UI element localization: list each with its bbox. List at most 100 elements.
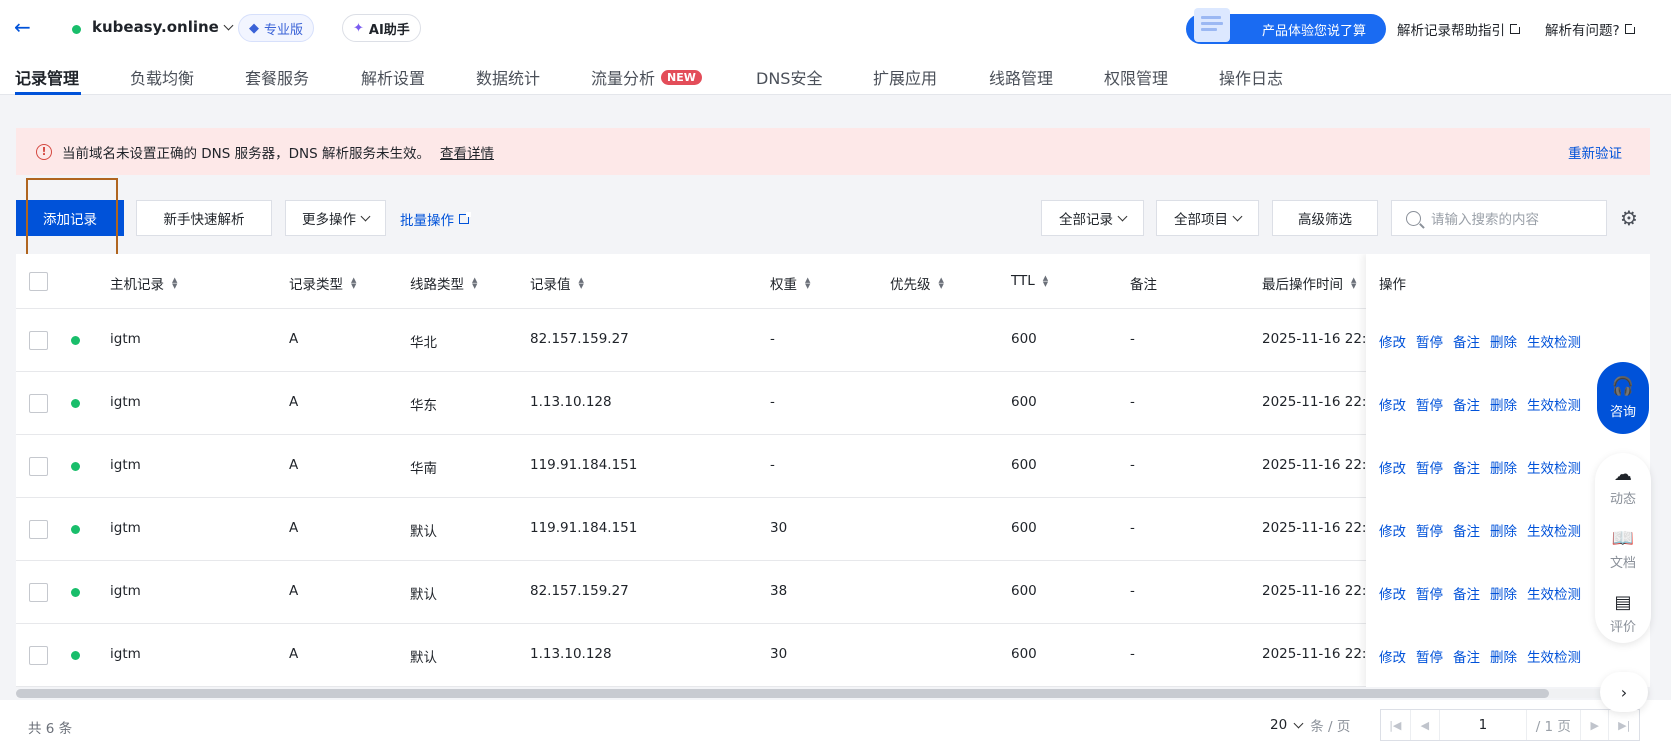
tab-operation-log[interactable]: 操作日志	[1219, 65, 1283, 89]
edit-link[interactable]: 修改	[1379, 583, 1406, 603]
remark-link[interactable]: 备注	[1453, 331, 1480, 351]
news-button[interactable]: ☁ 动态	[1595, 465, 1651, 508]
remark-link[interactable]: 备注	[1453, 646, 1480, 666]
help-guide-link[interactable]: 解析记录帮助指引	[1397, 19, 1522, 39]
all-records-dropdown[interactable]: 全部记录	[1041, 200, 1144, 236]
pause-link[interactable]: 暂停	[1416, 520, 1443, 540]
line-cell: 华南	[410, 461, 437, 477]
header-label: 权重	[770, 277, 797, 293]
dns-warning-alert: ! 当前域名未设置正确的 DNS 服务器，DNS 解析服务未生效。 查看详情 重…	[16, 128, 1650, 175]
tab-data-statistics[interactable]: 数据统计	[476, 65, 540, 89]
domain-selector[interactable]: kubeasy.online	[92, 18, 234, 36]
sort-icon: ▲ ▼	[578, 276, 584, 290]
delete-link[interactable]: 删除	[1490, 457, 1517, 477]
chevron-right-icon[interactable]: ›	[1600, 672, 1648, 712]
header-label: 优先级	[890, 277, 931, 293]
batch-operations-link[interactable]: 批量操作	[400, 209, 471, 229]
tab-extensions[interactable]: 扩展应用	[873, 65, 937, 89]
quick-resolve-button[interactable]: 新手快速解析	[136, 200, 272, 236]
search-input[interactable]: 请输入搜索的内容	[1391, 200, 1607, 236]
column-header-host[interactable]: 主机记录 ▲ ▼	[110, 273, 177, 294]
edit-link[interactable]: 修改	[1379, 520, 1406, 540]
effect-check-link[interactable]: 生效检测	[1527, 583, 1581, 603]
pro-edition-badge[interactable]: ◆ 专业版	[238, 14, 315, 42]
edit-link[interactable]: 修改	[1379, 394, 1406, 414]
advanced-filter-button[interactable]: 高级筛选	[1272, 200, 1378, 236]
feedback-promo-button[interactable]: 产品体验您说了算	[1186, 8, 1386, 44]
ai-assistant-button[interactable]: ✦ AI助手	[342, 14, 421, 42]
pause-link[interactable]: 暂停	[1416, 457, 1443, 477]
gear-icon[interactable]: ⚙	[1620, 207, 1642, 229]
header-label: 最后操作时间	[1262, 277, 1343, 293]
remark-link[interactable]: 备注	[1453, 520, 1480, 540]
column-header-value[interactable]: 记录值 ▲ ▼	[530, 273, 584, 294]
column-header-last-op-time[interactable]: 最后操作时间 ▲ ▼	[1262, 273, 1356, 294]
view-details-link[interactable]: 查看详情	[440, 142, 494, 162]
column-header-weight[interactable]: 权重 ▲ ▼	[770, 273, 810, 294]
host-cell: igtm	[110, 457, 141, 473]
reverify-link[interactable]: 重新验证	[1568, 142, 1622, 162]
pause-link[interactable]: 暂停	[1416, 331, 1443, 351]
remark-link[interactable]: 备注	[1453, 394, 1480, 414]
last-page-icon[interactable]: ▶|	[1609, 710, 1639, 740]
row-checkbox[interactable]	[29, 583, 48, 602]
page-size-selector[interactable]: 20 条 / 页	[1270, 715, 1350, 735]
more-operations-dropdown[interactable]: 更多操作	[285, 200, 386, 236]
row-checkbox[interactable]	[29, 394, 48, 413]
resolve-problem-link[interactable]: 解析有问题?	[1545, 19, 1637, 39]
page-number-input[interactable]: 1	[1440, 710, 1527, 740]
row-checkbox[interactable]	[29, 646, 48, 665]
remark-link[interactable]: 备注	[1453, 583, 1480, 603]
delete-link[interactable]: 删除	[1490, 583, 1517, 603]
scrollbar-thumb[interactable]	[16, 689, 1549, 698]
tab-record-management[interactable]: 记录管理	[15, 65, 79, 89]
row-checkbox[interactable]	[29, 520, 48, 539]
column-header-ttl[interactable]: TTL ▲ ▼	[1011, 273, 1048, 289]
effect-check-link[interactable]: 生效检测	[1527, 457, 1581, 477]
type-cell: A	[289, 583, 299, 599]
tab-load-balancing[interactable]: 负载均衡	[130, 65, 194, 89]
column-header-priority[interactable]: 优先级 ▲ ▼	[890, 273, 944, 294]
column-header-type[interactable]: 记录类型 ▲ ▼	[289, 273, 357, 294]
column-header-line[interactable]: 线路类型 ▲ ▼	[410, 273, 477, 294]
horizontal-scrollbar[interactable]	[16, 689, 1650, 698]
tab-permission-management[interactable]: 权限管理	[1104, 65, 1168, 89]
tab-resolve-settings[interactable]: 解析设置	[361, 65, 425, 89]
effect-check-link[interactable]: 生效检测	[1527, 520, 1581, 540]
effect-check-link[interactable]: 生效检测	[1527, 331, 1581, 351]
next-page-icon[interactable]: ▶	[1579, 710, 1610, 740]
delete-link[interactable]: 删除	[1490, 331, 1517, 351]
delete-link[interactable]: 删除	[1490, 646, 1517, 666]
tab-label: 套餐服务	[245, 69, 310, 88]
row-checkbox[interactable]	[29, 457, 48, 476]
weight-cell: 30	[770, 520, 788, 536]
review-button[interactable]: ▤ 评价	[1595, 593, 1651, 636]
select-all-checkbox[interactable]	[29, 272, 48, 291]
pause-link[interactable]: 暂停	[1416, 394, 1443, 414]
docs-button[interactable]: 📖 文档	[1595, 529, 1651, 572]
delete-link[interactable]: 删除	[1490, 394, 1517, 414]
back-arrow-icon[interactable]: ←	[14, 16, 36, 38]
consult-button[interactable]: 🎧 咨询	[1597, 362, 1649, 434]
edit-link[interactable]: 修改	[1379, 457, 1406, 477]
prev-page-icon[interactable]: ◀	[1411, 710, 1441, 740]
pause-link[interactable]: 暂停	[1416, 583, 1443, 603]
effect-check-link[interactable]: 生效检测	[1527, 394, 1581, 414]
pause-link[interactable]: 暂停	[1416, 646, 1443, 666]
edit-link[interactable]: 修改	[1379, 646, 1406, 666]
tab-dns-security[interactable]: DNS安全	[756, 65, 822, 89]
row-checkbox[interactable]	[29, 331, 48, 350]
delete-link[interactable]: 删除	[1490, 520, 1517, 540]
sort-icon: ▲ ▼	[351, 276, 357, 290]
remark-link[interactable]: 备注	[1453, 457, 1480, 477]
alert-message: 当前域名未设置正确的 DNS 服务器，DNS 解析服务未生效。	[62, 145, 430, 162]
value-cell: 1.13.10.128	[530, 394, 612, 410]
all-projects-dropdown[interactable]: 全部项目	[1156, 200, 1259, 236]
tab-line-management[interactable]: 线路管理	[989, 65, 1053, 89]
more-operations-label: 更多操作	[302, 212, 356, 228]
first-page-icon[interactable]: |◀	[1381, 710, 1411, 740]
effect-check-link[interactable]: 生效检测	[1527, 646, 1581, 666]
tab-plan-services[interactable]: 套餐服务	[245, 65, 309, 89]
edit-link[interactable]: 修改	[1379, 331, 1406, 351]
tab-traffic-analysis[interactable]: 流量分析 NEW	[591, 65, 702, 89]
